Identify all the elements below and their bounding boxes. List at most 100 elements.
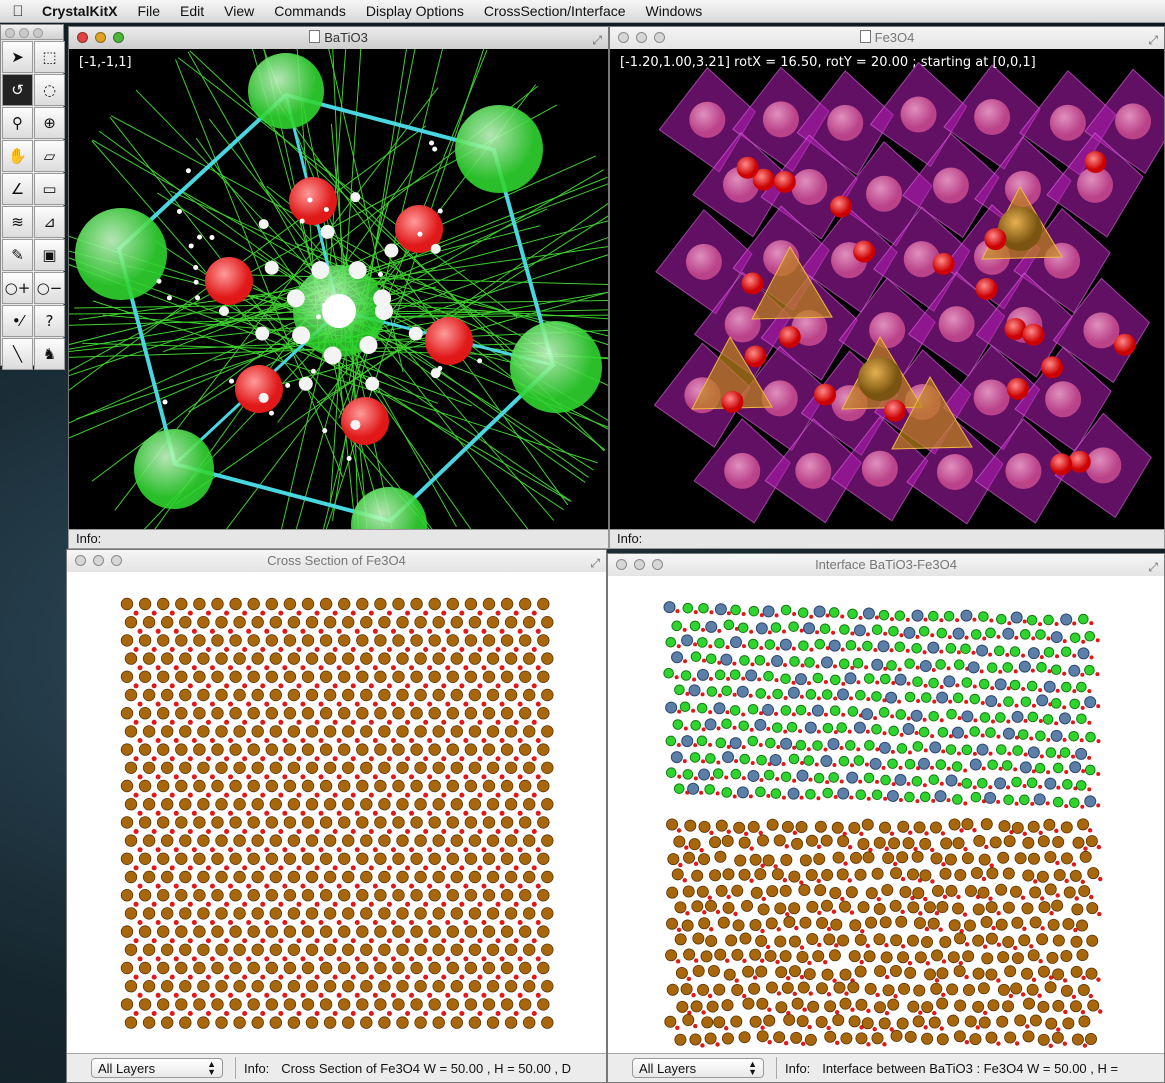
plane-icon[interactable]: ▱ bbox=[34, 140, 65, 172]
window-titlebar[interactable]: Fe3O4 ⤢ bbox=[610, 27, 1164, 50]
palette-close-icon[interactable] bbox=[5, 28, 15, 38]
menu-view[interactable]: View bbox=[214, 3, 264, 19]
interface-view[interactable] bbox=[608, 576, 1164, 1054]
remove-atom-icon[interactable]: ○− bbox=[34, 272, 65, 304]
help-icon[interactable]: ? bbox=[34, 305, 65, 337]
o-atom bbox=[1095, 638, 1100, 643]
o-atom bbox=[495, 865, 501, 871]
cross-section-lattice[interactable] bbox=[67, 572, 606, 1054]
minimize-button[interactable] bbox=[93, 555, 104, 566]
zoom-button[interactable] bbox=[654, 32, 665, 43]
rotate-icon[interactable]: ↺ bbox=[2, 74, 33, 106]
menu-file[interactable]: File bbox=[127, 3, 170, 19]
o-atom bbox=[423, 938, 429, 944]
ba-atom bbox=[1026, 680, 1038, 692]
palette-titlebar[interactable] bbox=[1, 25, 63, 40]
o-atom bbox=[955, 618, 960, 623]
o-atom bbox=[749, 727, 754, 732]
add-atom-icon[interactable]: ○+ bbox=[2, 272, 33, 304]
magnify-icon[interactable]: ⚲ bbox=[2, 107, 33, 139]
menu-windows[interactable]: Windows bbox=[636, 3, 713, 19]
zoom-button[interactable] bbox=[652, 559, 663, 570]
ba-atom bbox=[690, 720, 701, 731]
fe-atom bbox=[323, 943, 337, 957]
fe3o4-structure[interactable] bbox=[610, 49, 1164, 529]
close-button[interactable] bbox=[618, 32, 629, 43]
menu-edit[interactable]: Edit bbox=[170, 3, 214, 19]
o-atom bbox=[368, 1011, 374, 1016]
o-atom bbox=[773, 864, 778, 869]
o-atom bbox=[318, 738, 324, 743]
resize-icon[interactable]: ⤢ bbox=[1148, 29, 1158, 51]
window-titlebar[interactable]: BaTiO3 ⤢ bbox=[69, 27, 608, 50]
window-titlebar[interactable]: Cross Section of Fe3O4 ⤢ bbox=[67, 550, 606, 573]
interface-lattice[interactable] bbox=[608, 576, 1164, 1054]
o-atom bbox=[784, 844, 789, 849]
angle-icon[interactable]: ∠ bbox=[2, 173, 33, 205]
o-atom bbox=[934, 911, 940, 916]
menu-display-options[interactable]: Display Options bbox=[356, 3, 474, 19]
minimize-button[interactable] bbox=[95, 32, 106, 43]
hand-pan-icon[interactable]: ✋ bbox=[2, 140, 33, 172]
layers-icon[interactable]: ≋ bbox=[2, 206, 33, 238]
minimize-button[interactable] bbox=[634, 559, 645, 570]
menu-crosssection-interface[interactable]: CrossSection/Interface bbox=[474, 3, 636, 19]
palette-zoom-icon[interactable] bbox=[33, 28, 43, 38]
crystal-view-fe3o4[interactable]: [-1.20,1.00,3.21] rotX = 16.50, rotY = 2… bbox=[610, 49, 1164, 529]
fe-atom bbox=[739, 932, 752, 945]
fe-atom bbox=[319, 597, 333, 611]
close-button[interactable] bbox=[75, 555, 86, 566]
o-atom bbox=[990, 686, 995, 691]
o-atom bbox=[300, 628, 306, 634]
image-icon[interactable]: ▣ bbox=[34, 239, 65, 271]
apple-menu-icon[interactable]:  bbox=[0, 3, 36, 20]
arrow-select-icon[interactable]: ➤ bbox=[2, 41, 33, 73]
fe-atom bbox=[179, 1016, 192, 1029]
layers-select[interactable]: All Layers ▲ ▼ bbox=[632, 1058, 764, 1078]
axes-icon[interactable]: ⊿ bbox=[34, 206, 65, 238]
batio3-structure[interactable] bbox=[69, 49, 608, 529]
menu-commands[interactable]: Commands bbox=[264, 3, 356, 19]
marquee-select-icon[interactable]: ⬚ bbox=[34, 41, 65, 73]
o-atom bbox=[946, 766, 951, 771]
o-atom bbox=[866, 1008, 871, 1013]
fe-atom bbox=[233, 761, 246, 775]
o-atom bbox=[816, 796, 821, 801]
fe-atom bbox=[816, 917, 829, 930]
cross-section-view[interactable] bbox=[67, 572, 606, 1054]
ti-atom bbox=[952, 627, 965, 640]
bond-icon[interactable]: •⁄ bbox=[2, 305, 33, 337]
lasso-icon[interactable]: ◌ bbox=[34, 74, 65, 106]
o-atom bbox=[133, 901, 139, 907]
resize-icon[interactable]: ⤢ bbox=[1148, 556, 1158, 578]
eyedropper-icon[interactable]: ✎ bbox=[2, 239, 33, 271]
o-atom bbox=[996, 910, 1001, 916]
fe-atom bbox=[722, 868, 735, 881]
crystal-view-batio3[interactable]: [-1,-1,1] bbox=[69, 49, 608, 529]
o-atom bbox=[758, 830, 763, 836]
o-atom bbox=[1005, 652, 1010, 657]
fe-atom bbox=[193, 706, 206, 720]
o-atom bbox=[1081, 769, 1086, 774]
window-titlebar[interactable]: Interface BaTiO3-Fe3O4 ⤢ bbox=[608, 554, 1164, 577]
line-icon[interactable]: ╲ bbox=[2, 338, 33, 370]
palette-minimize-icon[interactable] bbox=[19, 28, 29, 38]
resize-icon[interactable]: ⤢ bbox=[590, 552, 600, 574]
zoom-button[interactable] bbox=[111, 555, 122, 566]
resize-icon[interactable]: ⤢ bbox=[592, 29, 602, 51]
fe-atom bbox=[305, 616, 319, 629]
o-atom bbox=[368, 610, 374, 616]
animal-icon[interactable]: ♞ bbox=[34, 338, 65, 370]
o-atom bbox=[517, 774, 523, 780]
close-button[interactable] bbox=[77, 32, 88, 43]
ba-atom bbox=[672, 719, 684, 730]
o-atom bbox=[923, 683, 928, 688]
zoom-button[interactable] bbox=[113, 32, 124, 43]
sphere-rotate-icon[interactable]: ⊕ bbox=[34, 107, 65, 139]
menu-app-name[interactable]: CrystalKitX bbox=[36, 3, 127, 19]
close-button[interactable] bbox=[616, 559, 627, 570]
minimize-button[interactable] bbox=[636, 32, 647, 43]
layers-select[interactable]: All Layers ▲ ▼ bbox=[91, 1058, 223, 1078]
o-atom bbox=[260, 756, 266, 762]
ruler-icon[interactable]: ▭ bbox=[34, 173, 65, 205]
